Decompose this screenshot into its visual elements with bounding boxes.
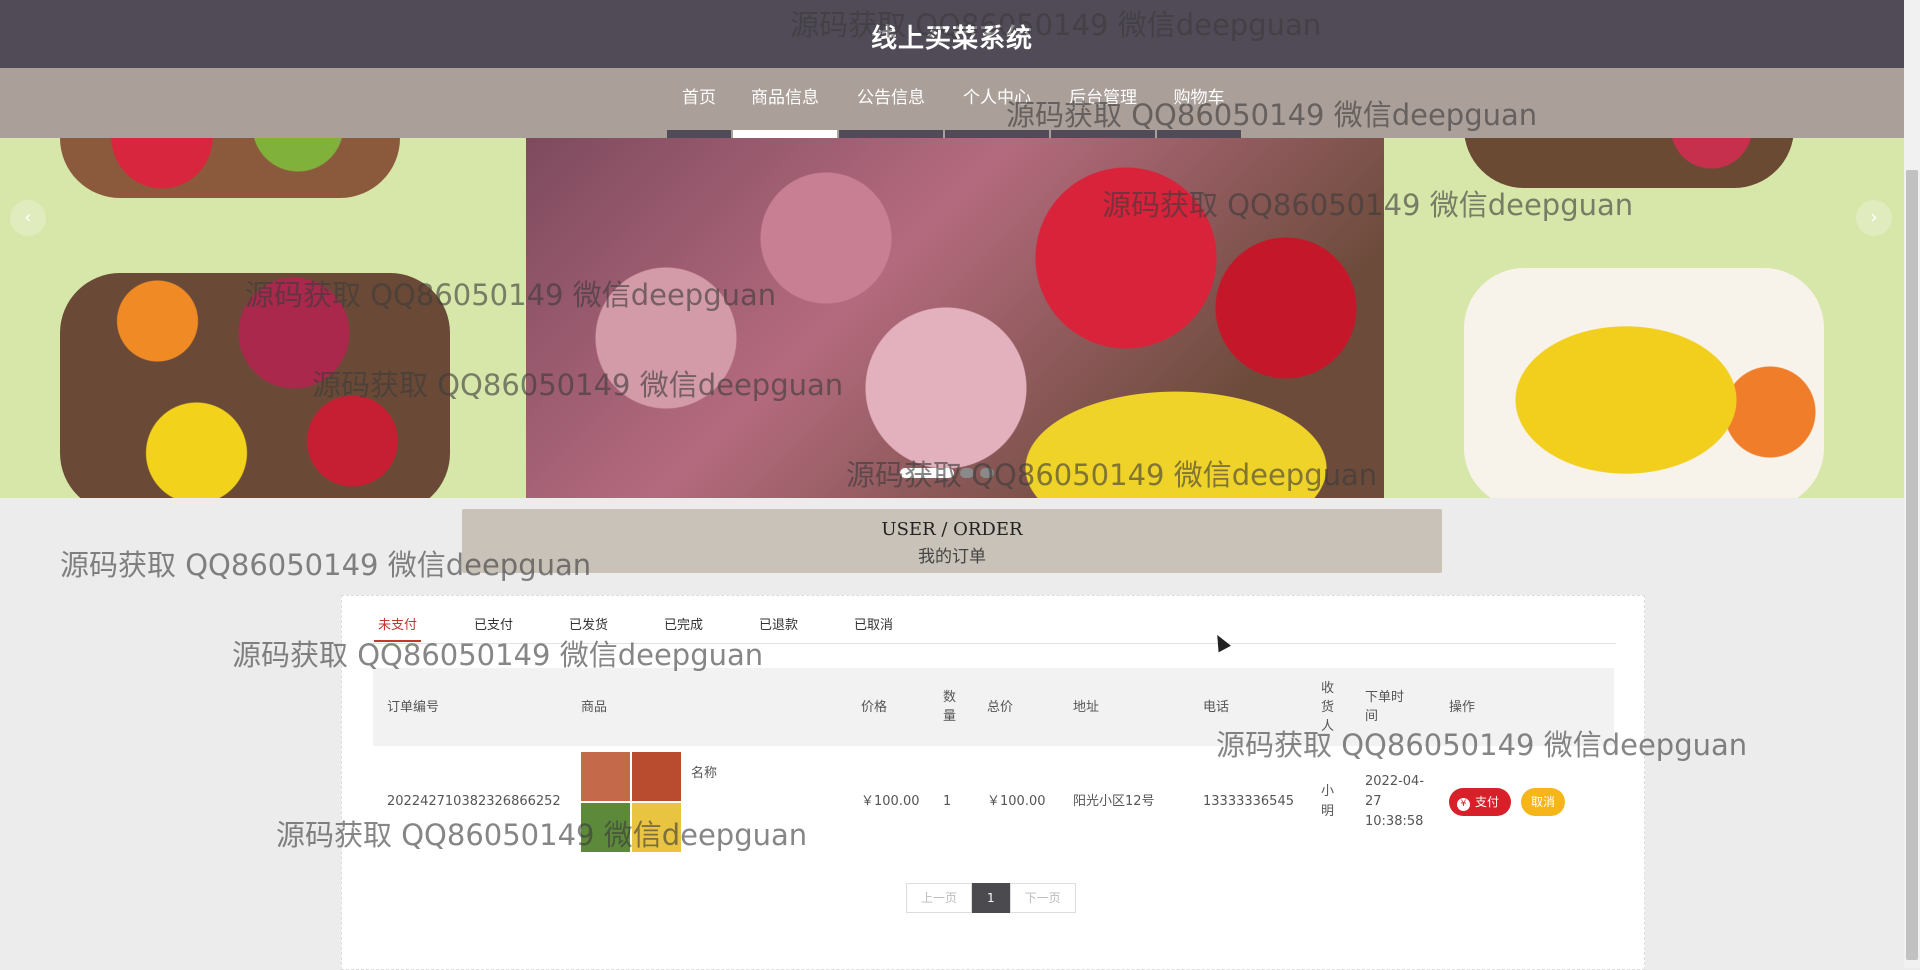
nav-item-label: 个人中心 [963,88,1031,108]
nav-item-label: 首页 [682,88,716,108]
nav-item-label: 后台管理 [1069,88,1137,108]
nav-item-indicator [667,130,731,138]
cancel-button[interactable]: 取消 [1521,788,1566,816]
col-product: 商品 [581,699,608,715]
nav-item-indicator [1051,130,1155,138]
table-header-row: 订单编号 商品 价格 数量 总价 地址 电话 收货人 下单时间 操作 [373,668,1614,746]
tab-active-underline [374,640,422,642]
cell-phone: 13333336545 [1203,794,1294,809]
nav-item-notices[interactable]: 公告信息 [839,68,943,138]
tab-label: 已发货 [569,618,609,633]
cell-qty: 1 [943,794,952,809]
product-thumbnail[interactable] [581,752,681,852]
carousel-prev-icon[interactable]: ‹ [10,200,46,236]
nav-item-indicator [1157,130,1241,138]
order-status-tabs: 未支付 已支付 已发货 已完成 已退款 已取消 [366,608,1616,644]
tab-order-status[interactable]: 已完成 [664,614,703,633]
col-address: 地址 [1073,699,1100,715]
cell-address: 阳光小区12号 [1073,794,1155,809]
carousel-dot[interactable] [900,468,954,478]
scrollbar-thumb[interactable] [1906,170,1918,960]
carousel-indicators [900,468,994,478]
cell-receiver: 小明 [1321,784,1335,819]
nav-item-profile[interactable]: 个人中心 [945,68,1049,138]
prev-page-button[interactable]: 上一页 [906,883,973,913]
nav-item-products[interactable]: 商品信息 [733,68,837,138]
cell-total: ￥100.00 [987,794,1046,809]
carousel-dot[interactable] [960,468,974,478]
section-title-en: USER / ORDER [881,519,1023,540]
cell-product: 名称 [567,746,847,858]
site-header: 线上买菜系统 [0,0,1904,68]
site-title: 线上买菜系统 [870,24,1033,54]
col-total: 总价 [987,699,1014,715]
banner-carousel[interactable]: ‹ › [0,138,1904,498]
section-title-zh: 我的订单 [918,547,986,567]
yen-icon: ¥ [1457,798,1470,811]
banner-main-image [526,138,1384,498]
carousel-next-icon[interactable]: › [1856,200,1892,236]
tab-label: 已支付 [474,618,514,633]
nav-item-home[interactable]: 首页 [667,68,731,138]
nav-item-label: 商品信息 [751,88,819,108]
tab-order-status[interactable]: 已发货 [569,614,608,633]
tab-order-status[interactable]: 已取消 [854,614,893,633]
table-row: 2022427103823268662​52 名称 ￥100.00 1 ￥100… [373,746,1614,858]
cell-time: 2022-04-27 10:38:58 [1365,774,1425,829]
pagination: 上一页 1 下一页 [906,883,1076,913]
nav-item-indicator [733,130,837,138]
col-qty: 数量 [943,690,957,724]
nav-item-indicator [839,130,943,138]
banner-left-image [0,138,526,498]
main-nav: 首页 商品信息 公告信息 个人中心 后台管理 购物车 [0,68,1904,138]
col-price: 价格 [861,699,888,715]
product-name: 名称 [691,766,718,781]
tab-label: 未支付 [378,618,418,633]
col-receiver: 收货人 [1321,680,1335,734]
orders-card: 未支付 已支付 已发货 已完成 已退款 已取消 订单编号 商品 价格 数量 总价 地址 电… [341,595,1645,970]
next-page-button[interactable]: 下一页 [1009,883,1076,913]
nav-item-indicator [945,130,1049,138]
nav-item-admin[interactable]: 后台管理 [1051,68,1155,138]
page-number-button[interactable]: 1 [972,883,1010,913]
tab-order-status[interactable]: 已退款 [759,614,798,633]
orders-table: 订单编号 商品 价格 数量 总价 地址 电话 收货人 下单时间 操作 20224… [373,668,1614,858]
carousel-dot[interactable] [980,468,994,478]
nav-item-label: 购物车 [1173,88,1225,108]
nav-item-label: 公告信息 [857,88,925,108]
cell-order-no: 2022427103823268662​52 [387,794,561,809]
col-time: 下单时间 [1365,690,1405,724]
cell-actions: ¥ 支付 取消 [1435,746,1614,858]
section-title: USER / ORDER 我的订单 [462,509,1442,573]
banner-right-image [1384,138,1904,498]
col-order-no: 订单编号 [387,699,440,715]
tab-label: 已退款 [759,618,799,633]
tab-order-status[interactable]: 已支付 [474,614,513,633]
nav-item-cart[interactable]: 购物车 [1157,68,1241,138]
tab-label: 已取消 [854,618,894,633]
col-actions: 操作 [1449,699,1476,715]
cell-price: ￥100.00 [861,794,920,809]
col-phone: 电话 [1203,699,1230,715]
tab-label: 已完成 [664,618,704,633]
pay-button[interactable]: ¥ 支付 [1449,788,1512,816]
tab-order-status[interactable]: 未支付 [374,614,422,642]
